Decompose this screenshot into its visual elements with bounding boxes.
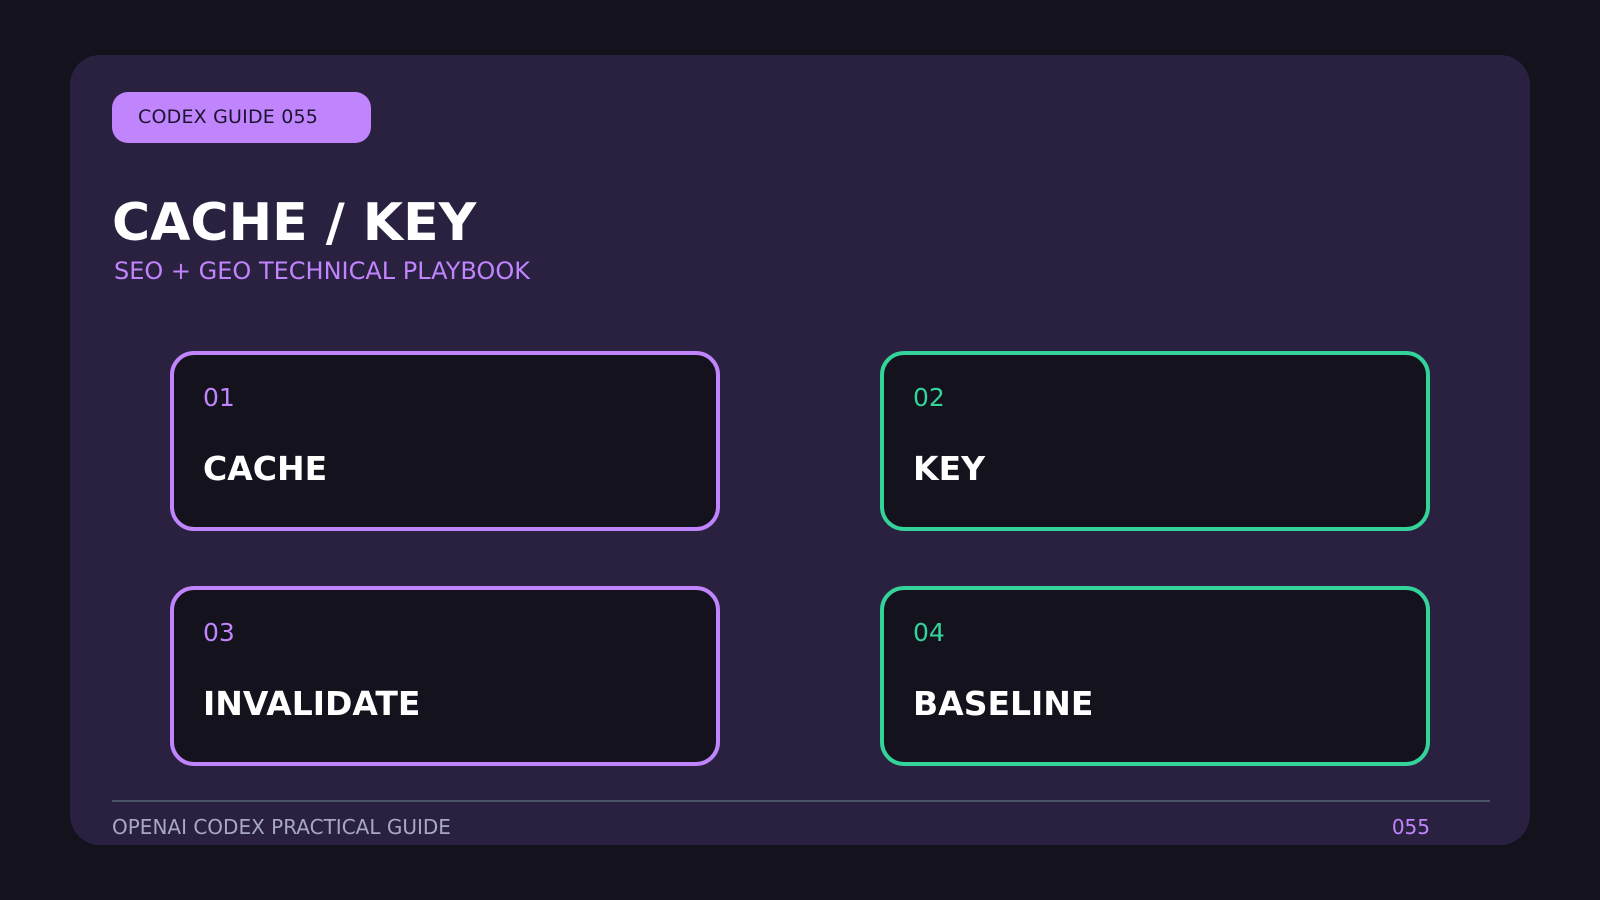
footer-page-number: 055 bbox=[1391, 815, 1430, 839]
card-number: 04 bbox=[913, 618, 945, 647]
card-number: 01 bbox=[203, 383, 235, 412]
card-number: 03 bbox=[203, 618, 235, 647]
card-key: 02 KEY bbox=[880, 351, 1430, 531]
page-subtitle: SEO + GEO TECHNICAL PLAYBOOK bbox=[114, 257, 530, 285]
guide-badge: CODEX GUIDE 055 bbox=[112, 92, 371, 143]
card-cache: 01 CACHE bbox=[170, 351, 720, 531]
card-label: KEY bbox=[913, 449, 986, 488]
card-label: INVALIDATE bbox=[203, 684, 421, 723]
page-title: CACHE / KEY bbox=[112, 193, 477, 253]
slide-panel: CODEX GUIDE 055 CACHE / KEY SEO + GEO TE… bbox=[70, 55, 1530, 845]
footer-guide-name: OPENAI CODEX PRACTICAL GUIDE bbox=[112, 815, 451, 839]
footer-divider bbox=[112, 800, 1490, 802]
card-label: BASELINE bbox=[913, 684, 1094, 723]
card-label: CACHE bbox=[203, 449, 328, 488]
card-invalidate: 03 INVALIDATE bbox=[170, 586, 720, 766]
card-number: 02 bbox=[913, 383, 945, 412]
card-baseline: 04 BASELINE bbox=[880, 586, 1430, 766]
